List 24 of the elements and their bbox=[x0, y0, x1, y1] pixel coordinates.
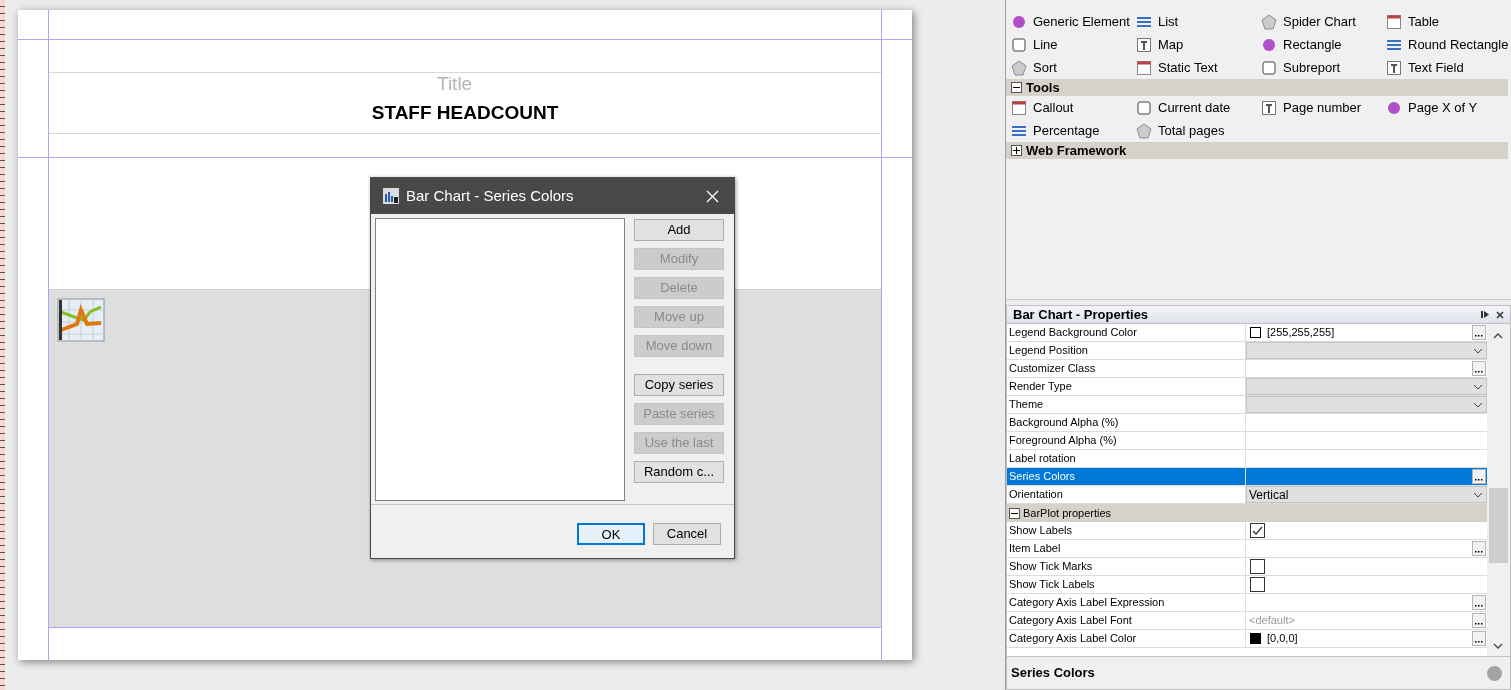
property-name: Foreground Alpha (%) bbox=[1007, 432, 1246, 449]
placeholder-text: <default> bbox=[1249, 613, 1295, 629]
color-value: [255,255,255] bbox=[1267, 325, 1335, 341]
color-value: [0,0,0] bbox=[1267, 631, 1298, 647]
property-name: Legend Background Color bbox=[1007, 324, 1246, 341]
property-name: Background Alpha (%) bbox=[1007, 414, 1246, 431]
dialog-title: Bar Chart - Series Colors bbox=[406, 185, 574, 206]
panel-title: Bar Chart - Properties bbox=[1013, 306, 1149, 324]
property-name: Show Labels bbox=[1007, 522, 1246, 539]
property-name: Label rotation bbox=[1007, 450, 1246, 467]
band-label: Title bbox=[437, 74, 473, 94]
section-title: Web Framework bbox=[1026, 141, 1127, 160]
property-name: Category Axis Label Font bbox=[1007, 612, 1246, 629]
section-title: Tools bbox=[1026, 78, 1060, 97]
property-name: Item Label bbox=[1007, 540, 1246, 557]
property-name: Customizer Class bbox=[1007, 360, 1246, 377]
property-name: Show Tick Marks bbox=[1007, 558, 1246, 575]
report-title: STAFF HEADCOUNT bbox=[371, 102, 559, 124]
description-title: Series Colors bbox=[1011, 664, 1095, 683]
property-name: Show Tick Labels bbox=[1007, 576, 1246, 593]
section-title: BarPlot properties bbox=[1023, 505, 1112, 521]
property-name: Category Axis Label Color bbox=[1007, 630, 1246, 647]
property-name: Series Colors bbox=[1007, 468, 1246, 485]
property-name: Category Axis Label Expression bbox=[1007, 594, 1246, 611]
